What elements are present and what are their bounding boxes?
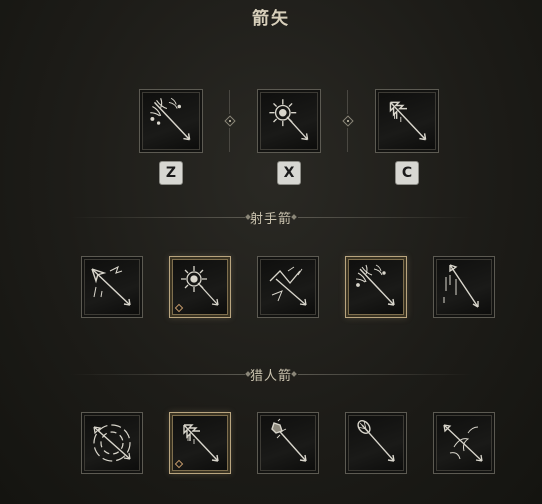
split-arrow-icon xyxy=(91,265,131,306)
hunter-arrow-1[interactable] xyxy=(81,412,143,474)
equipped-slot-x[interactable] xyxy=(257,89,321,153)
hunter-arrow-5[interactable] xyxy=(433,412,495,474)
hunter-arrow-4[interactable] xyxy=(345,412,407,474)
thorned-arrow-icon xyxy=(357,420,395,462)
ricochet-arrow-icon xyxy=(269,266,307,306)
archer-arrow-2[interactable] xyxy=(169,256,231,318)
equipped-slot-c[interactable] xyxy=(375,89,439,153)
serrated-arrow-icon xyxy=(389,101,427,141)
slot-connector-1 xyxy=(224,90,236,152)
sunburst-arrow-icon xyxy=(269,99,309,141)
crystal-arrow-icon xyxy=(271,418,307,462)
hotkey-x: X xyxy=(277,161,301,185)
divider-line xyxy=(298,374,473,375)
slot-connector-2 xyxy=(342,90,354,152)
feathered-cluster-arrow-icon xyxy=(355,264,395,306)
archer-arrow-5[interactable] xyxy=(433,256,495,318)
equipped-slot-z[interactable] xyxy=(139,89,203,153)
hunter-arrow-3[interactable] xyxy=(257,412,319,474)
page-title: 箭矢 xyxy=(252,9,290,29)
divider-line xyxy=(298,217,473,218)
dripping-arrow-icon xyxy=(443,264,479,308)
archer-arrow-1[interactable] xyxy=(81,256,143,318)
hotkey-c: C xyxy=(395,161,419,185)
hotkey-z: Z xyxy=(159,161,183,185)
archer-arrow-3[interactable] xyxy=(257,256,319,318)
feathered-cluster-arrow-icon xyxy=(150,97,191,141)
hunter-arrow-2[interactable] xyxy=(169,412,231,474)
archer-arrow-4[interactable] xyxy=(345,256,407,318)
vortex-arrow-icon xyxy=(93,424,131,462)
wisp-arrow-icon xyxy=(443,424,483,462)
